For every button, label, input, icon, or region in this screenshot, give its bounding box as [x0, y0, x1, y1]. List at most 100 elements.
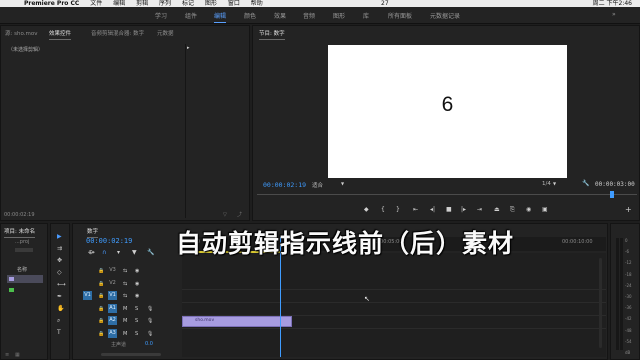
- workspace-metadata-logging[interactable]: 元数据记录: [430, 11, 460, 20]
- go-to-out-icon[interactable]: ⇥: [477, 207, 482, 213]
- solo-icon[interactable]: S: [135, 318, 138, 324]
- solo-icon[interactable]: S: [135, 331, 138, 337]
- workspace-editing[interactable]: 编辑: [214, 11, 227, 23]
- program-timecode[interactable]: 00:00:02:19: [263, 181, 306, 189]
- markers-icon[interactable]: ▼: [132, 250, 137, 256]
- go-to-in-icon[interactable]: ⇤: [413, 207, 418, 213]
- menu-edit[interactable]: 编辑: [113, 0, 125, 7]
- filter-icon[interactable]: ▽: [223, 212, 227, 218]
- project-search-input[interactable]: [15, 248, 33, 252]
- extract-icon[interactable]: ⎘: [510, 207, 515, 213]
- linked-selection-icon[interactable]: ∩: [102, 250, 106, 256]
- tab-sequence[interactable]: 数字: [87, 227, 99, 238]
- lift-icon[interactable]: ⏏: [494, 207, 500, 213]
- resolution-dropdown[interactable]: 1/4: [542, 181, 551, 187]
- snap-icon[interactable]: ⟴: [88, 250, 95, 256]
- workspace-assembly[interactable]: 组件: [185, 11, 197, 20]
- source-patch-v1[interactable]: V1: [83, 291, 92, 300]
- tab-metadata[interactable]: 元数据: [157, 29, 174, 37]
- zoom-tool-icon[interactable]: ⌕: [57, 318, 60, 324]
- track-select-tool-icon[interactable]: ⇉: [57, 246, 62, 252]
- horizontal-zoom-scrollbar[interactable]: [101, 353, 161, 356]
- workspace-learning[interactable]: 学习: [155, 11, 167, 20]
- panel-arrow-icon[interactable]: ▸: [187, 45, 190, 51]
- step-forward-icon[interactable]: |▸: [461, 207, 466, 213]
- more-workspaces-icon[interactable]: »: [612, 12, 616, 18]
- workspace-audio[interactable]: 音频: [303, 11, 315, 20]
- workspace-all-panels[interactable]: 所有面板: [388, 11, 412, 20]
- program-playhead[interactable]: [610, 191, 615, 198]
- list-view-icon[interactable]: ≡: [5, 352, 9, 358]
- sync-icon[interactable]: ⇆: [123, 281, 127, 287]
- program-monitor-title[interactable]: 节目: 数字: [259, 29, 285, 40]
- stop-icon[interactable]: ■: [446, 207, 452, 213]
- eye-icon[interactable]: ◉: [135, 281, 139, 287]
- step-back-icon[interactable]: ◂|: [430, 207, 435, 213]
- chevron-down-icon[interactable]: ▼: [553, 181, 556, 187]
- sync-icon[interactable]: ⇆: [123, 268, 127, 274]
- tab-audio-clip-mixer[interactable]: 音频剪辑混合器: 数字: [91, 29, 144, 37]
- lock-icon[interactable]: 🔒: [98, 331, 104, 337]
- add-marker-icon[interactable]: ▾: [117, 250, 120, 256]
- eye-icon[interactable]: ◉: [135, 293, 139, 299]
- ripple-edit-tool-icon[interactable]: ✥: [57, 258, 62, 264]
- lock-icon[interactable]: 🔒: [98, 281, 104, 287]
- mute-icon[interactable]: M: [123, 318, 127, 324]
- fit-dropdown[interactable]: 适合: [312, 181, 323, 189]
- chevron-down-icon[interactable]: ▼: [341, 181, 344, 187]
- add-button-icon[interactable]: +: [625, 206, 632, 214]
- razor-tool-icon[interactable]: ◇: [57, 270, 62, 276]
- track-target-v2[interactable]: V2: [108, 279, 117, 288]
- menu-sequence[interactable]: 序列: [159, 0, 171, 7]
- camera-icon[interactable]: ◉: [526, 207, 531, 213]
- slip-tool-icon[interactable]: ⟷: [57, 282, 66, 288]
- hand-tool-icon[interactable]: ✋: [57, 306, 64, 312]
- lock-icon[interactable]: 🔒: [98, 293, 104, 299]
- track-target-v3[interactable]: V3: [108, 266, 117, 275]
- compare-icon[interactable]: ▣: [542, 207, 548, 213]
- type-tool-icon[interactable]: T: [57, 330, 61, 336]
- sync-icon[interactable]: ⇆: [123, 293, 127, 299]
- track-target-v1[interactable]: V1: [108, 291, 117, 300]
- app-name[interactable]: Premiere Pro CC: [24, 0, 79, 7]
- project-item-clip[interactable]: [7, 286, 43, 294]
- menu-window[interactable]: 窗口: [228, 0, 240, 7]
- lock-icon[interactable]: 🔒: [98, 268, 104, 274]
- workspace-libraries[interactable]: 库: [363, 11, 369, 20]
- lock-icon[interactable]: 🔒: [98, 306, 104, 312]
- mark-in-icon[interactable]: {: [381, 207, 385, 213]
- timeline-settings-icon[interactable]: 🔧: [147, 250, 154, 256]
- master-volume[interactable]: 0.0: [145, 341, 153, 347]
- menu-clip[interactable]: 剪辑: [136, 0, 148, 7]
- mic-icon[interactable]: 🎙: [147, 306, 153, 312]
- export-icon[interactable]: ⤴: [237, 212, 242, 218]
- project-item-sequence[interactable]: [7, 275, 43, 283]
- wrench-icon[interactable]: 🔧: [582, 181, 589, 187]
- tab-source[interactable]: 源: sho.mov: [5, 29, 37, 37]
- mute-icon[interactable]: M: [123, 331, 127, 337]
- lock-icon[interactable]: 🔒: [98, 318, 104, 324]
- menu-graphics[interactable]: 图形: [205, 0, 217, 7]
- tab-effect-controls[interactable]: 效果控件: [49, 29, 72, 40]
- pen-tool-icon[interactable]: ✒: [57, 294, 62, 300]
- tab-project[interactable]: 项目: 未命名: [4, 227, 36, 238]
- mark-out-icon[interactable]: }: [396, 207, 400, 213]
- track-area[interactable]: sho.mov ↖: [182, 253, 606, 357]
- menu-markers[interactable]: 标记: [182, 0, 194, 7]
- icon-view-icon[interactable]: ▦: [15, 352, 20, 358]
- mic-icon[interactable]: 🎙: [147, 331, 153, 337]
- column-name-header[interactable]: 名称: [17, 266, 27, 273]
- track-target-a3[interactable]: A3: [108, 328, 117, 338]
- menu-help[interactable]: 帮助: [251, 0, 263, 7]
- workspace-color[interactable]: 颜色: [244, 11, 256, 20]
- workspace-graphics[interactable]: 图形: [333, 11, 345, 20]
- solo-icon[interactable]: S: [135, 306, 138, 312]
- vertical-scrollbar[interactable]: [599, 258, 602, 348]
- mic-icon[interactable]: 🎙: [147, 318, 153, 324]
- menu-file[interactable]: 文件: [90, 0, 102, 7]
- selection-tool-icon[interactable]: ▶: [57, 234, 62, 240]
- timeline-timecode[interactable]: 00:00:02:19: [86, 237, 132, 245]
- video-clip[interactable]: sho.mov: [182, 316, 292, 327]
- track-target-a1[interactable]: A1: [108, 303, 117, 313]
- add-marker-icon[interactable]: ◆: [364, 207, 369, 213]
